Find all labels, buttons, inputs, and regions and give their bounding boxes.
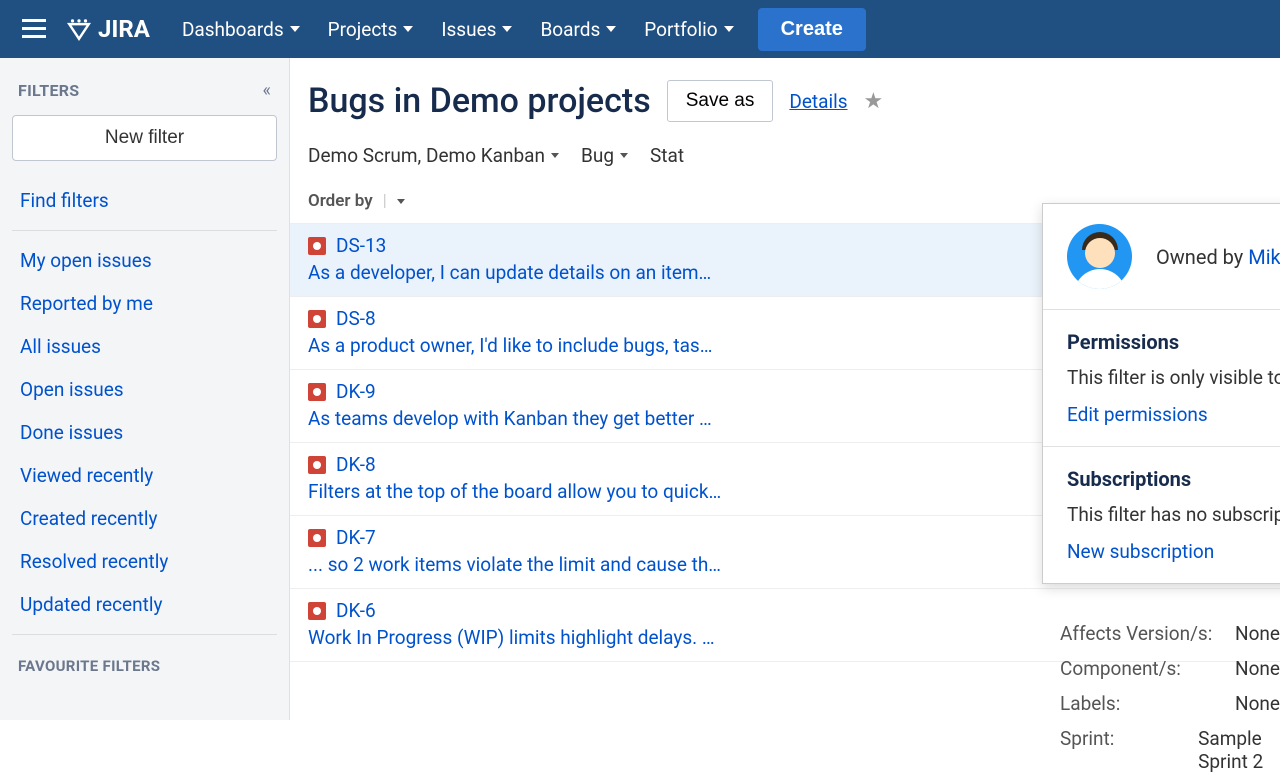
issue-summary: Work In Progress (WIP) limits highlight … bbox=[308, 626, 738, 649]
sidebar-item-done[interactable]: Done issues bbox=[12, 411, 277, 454]
bug-icon bbox=[308, 529, 326, 547]
bug-icon bbox=[308, 237, 326, 255]
filter-type-label: Bug bbox=[581, 144, 614, 167]
chevron-down-icon bbox=[403, 26, 413, 32]
edit-permissions-link[interactable]: Edit permissions bbox=[1067, 403, 1208, 426]
order-by-label[interactable]: Order by bbox=[308, 191, 373, 211]
main-content: Bugs in Demo projects Save as Details ★ … bbox=[290, 58, 1280, 720]
subscriptions-body: This filter has no subscriptions. bbox=[1067, 503, 1280, 526]
divider-vertical: | bbox=[383, 191, 387, 211]
top-nav: JIRA Dashboards Projects Issues Boards P… bbox=[0, 0, 1280, 58]
issue-summary: As a developer, I can update details on … bbox=[308, 261, 738, 284]
nav-dashboards[interactable]: Dashboards bbox=[168, 10, 314, 49]
new-filter-button[interactable]: New filter bbox=[12, 115, 277, 161]
issue-summary: Filters at the top of the board allow yo… bbox=[308, 480, 738, 503]
sidebar-item-resolved[interactable]: Resolved recently bbox=[12, 540, 277, 583]
filter-type[interactable]: Bug bbox=[581, 144, 628, 167]
star-icon[interactable]: ★ bbox=[864, 89, 884, 114]
issue-summary: As a product owner, I'd like to include … bbox=[308, 334, 738, 357]
nav-projects-label: Projects bbox=[328, 18, 398, 41]
owner-link[interactable]: Mike bbox=[1248, 245, 1280, 269]
nav-issues[interactable]: Issues bbox=[427, 10, 526, 49]
bug-icon bbox=[308, 310, 326, 328]
bug-icon bbox=[308, 602, 326, 620]
issue-key: DK-6 bbox=[336, 599, 376, 622]
save-as-button[interactable]: Save as bbox=[667, 80, 774, 122]
filter-status-label: Stat bbox=[650, 144, 684, 167]
issue-key: DS-8 bbox=[336, 307, 376, 330]
details-link[interactable]: Details bbox=[789, 90, 847, 113]
sidebar-item-open[interactable]: Open issues bbox=[12, 368, 277, 411]
nav-boards-label: Boards bbox=[540, 18, 600, 41]
field-label: Sprint: bbox=[1060, 727, 1198, 773]
chevron-down-icon bbox=[606, 26, 616, 32]
details-popover: Owned by Mike Permissions This filter is… bbox=[1042, 203, 1280, 584]
new-subscription-link[interactable]: New subscription bbox=[1067, 540, 1214, 563]
field-value: None bbox=[1235, 657, 1280, 680]
page-title: Bugs in Demo projects bbox=[308, 81, 651, 121]
nav-portfolio[interactable]: Portfolio bbox=[630, 10, 747, 49]
field-value: Sample Sprint 2 bbox=[1198, 727, 1280, 773]
sidebar-item-viewed[interactable]: Viewed recently bbox=[12, 454, 277, 497]
owner-text: Owned by Mike bbox=[1156, 245, 1280, 269]
divider bbox=[12, 634, 277, 635]
chevron-down-icon bbox=[724, 26, 734, 32]
chevron-down-icon bbox=[551, 153, 559, 158]
nav-projects[interactable]: Projects bbox=[314, 10, 428, 49]
bug-icon bbox=[308, 383, 326, 401]
create-button[interactable]: Create bbox=[758, 8, 866, 51]
bug-icon bbox=[308, 456, 326, 474]
collapse-sidebar-icon[interactable]: « bbox=[263, 80, 271, 101]
filter-project-label: Demo Scrum, Demo Kanban bbox=[308, 144, 545, 167]
sidebar: FILTERS « New filter Find filters My ope… bbox=[0, 58, 290, 720]
find-filters-link[interactable]: Find filters bbox=[12, 179, 277, 222]
issue-key: DS-13 bbox=[336, 234, 386, 257]
jira-logo[interactable]: JIRA bbox=[66, 15, 150, 43]
issue-details-panel: Affects Version/s:None Component/s:None … bbox=[1060, 616, 1280, 779]
sidebar-item-updated[interactable]: Updated recently bbox=[12, 583, 277, 626]
issue-key: DK-7 bbox=[336, 526, 376, 549]
chevron-down-icon bbox=[620, 153, 628, 158]
issue-summary: ... so 2 work items violate the limit an… bbox=[308, 553, 738, 576]
issue-summary: As teams develop with Kanban they get be… bbox=[308, 407, 738, 430]
chevron-down-icon bbox=[290, 26, 300, 32]
sidebar-item-reported[interactable]: Reported by me bbox=[12, 282, 277, 325]
field-value: None bbox=[1235, 692, 1280, 715]
field-label: Component/s: bbox=[1060, 657, 1235, 680]
chevron-down-icon[interactable] bbox=[397, 199, 405, 204]
nav-issues-label: Issues bbox=[441, 18, 496, 41]
avatar bbox=[1067, 224, 1132, 289]
field-label: Affects Version/s: bbox=[1060, 622, 1235, 645]
nav-dashboards-label: Dashboards bbox=[182, 18, 284, 41]
owned-by-label: Owned by bbox=[1156, 245, 1248, 269]
subscriptions-heading: Subscriptions bbox=[1067, 467, 1280, 491]
permissions-body: This filter is only visible to you. bbox=[1067, 366, 1280, 389]
filter-project[interactable]: Demo Scrum, Demo Kanban bbox=[308, 144, 559, 167]
field-value: None bbox=[1235, 622, 1280, 645]
nav-portfolio-label: Portfolio bbox=[644, 18, 717, 41]
filter-status[interactable]: Stat bbox=[650, 144, 684, 167]
sidebar-item-created[interactable]: Created recently bbox=[12, 497, 277, 540]
field-label: Labels: bbox=[1060, 692, 1235, 715]
sidebar-item-all[interactable]: All issues bbox=[12, 325, 277, 368]
nav-boards[interactable]: Boards bbox=[526, 10, 630, 49]
chevron-down-icon bbox=[502, 26, 512, 32]
permissions-heading: Permissions bbox=[1067, 330, 1280, 354]
issue-key: DK-8 bbox=[336, 453, 376, 476]
filters-heading: FILTERS bbox=[18, 81, 79, 100]
hamburger-icon[interactable] bbox=[10, 11, 58, 47]
favourite-filters-heading: FAVOURITE FILTERS bbox=[12, 643, 277, 683]
divider bbox=[12, 230, 277, 231]
issue-key: DK-9 bbox=[336, 380, 376, 403]
sidebar-item-my-open[interactable]: My open issues bbox=[12, 239, 277, 282]
